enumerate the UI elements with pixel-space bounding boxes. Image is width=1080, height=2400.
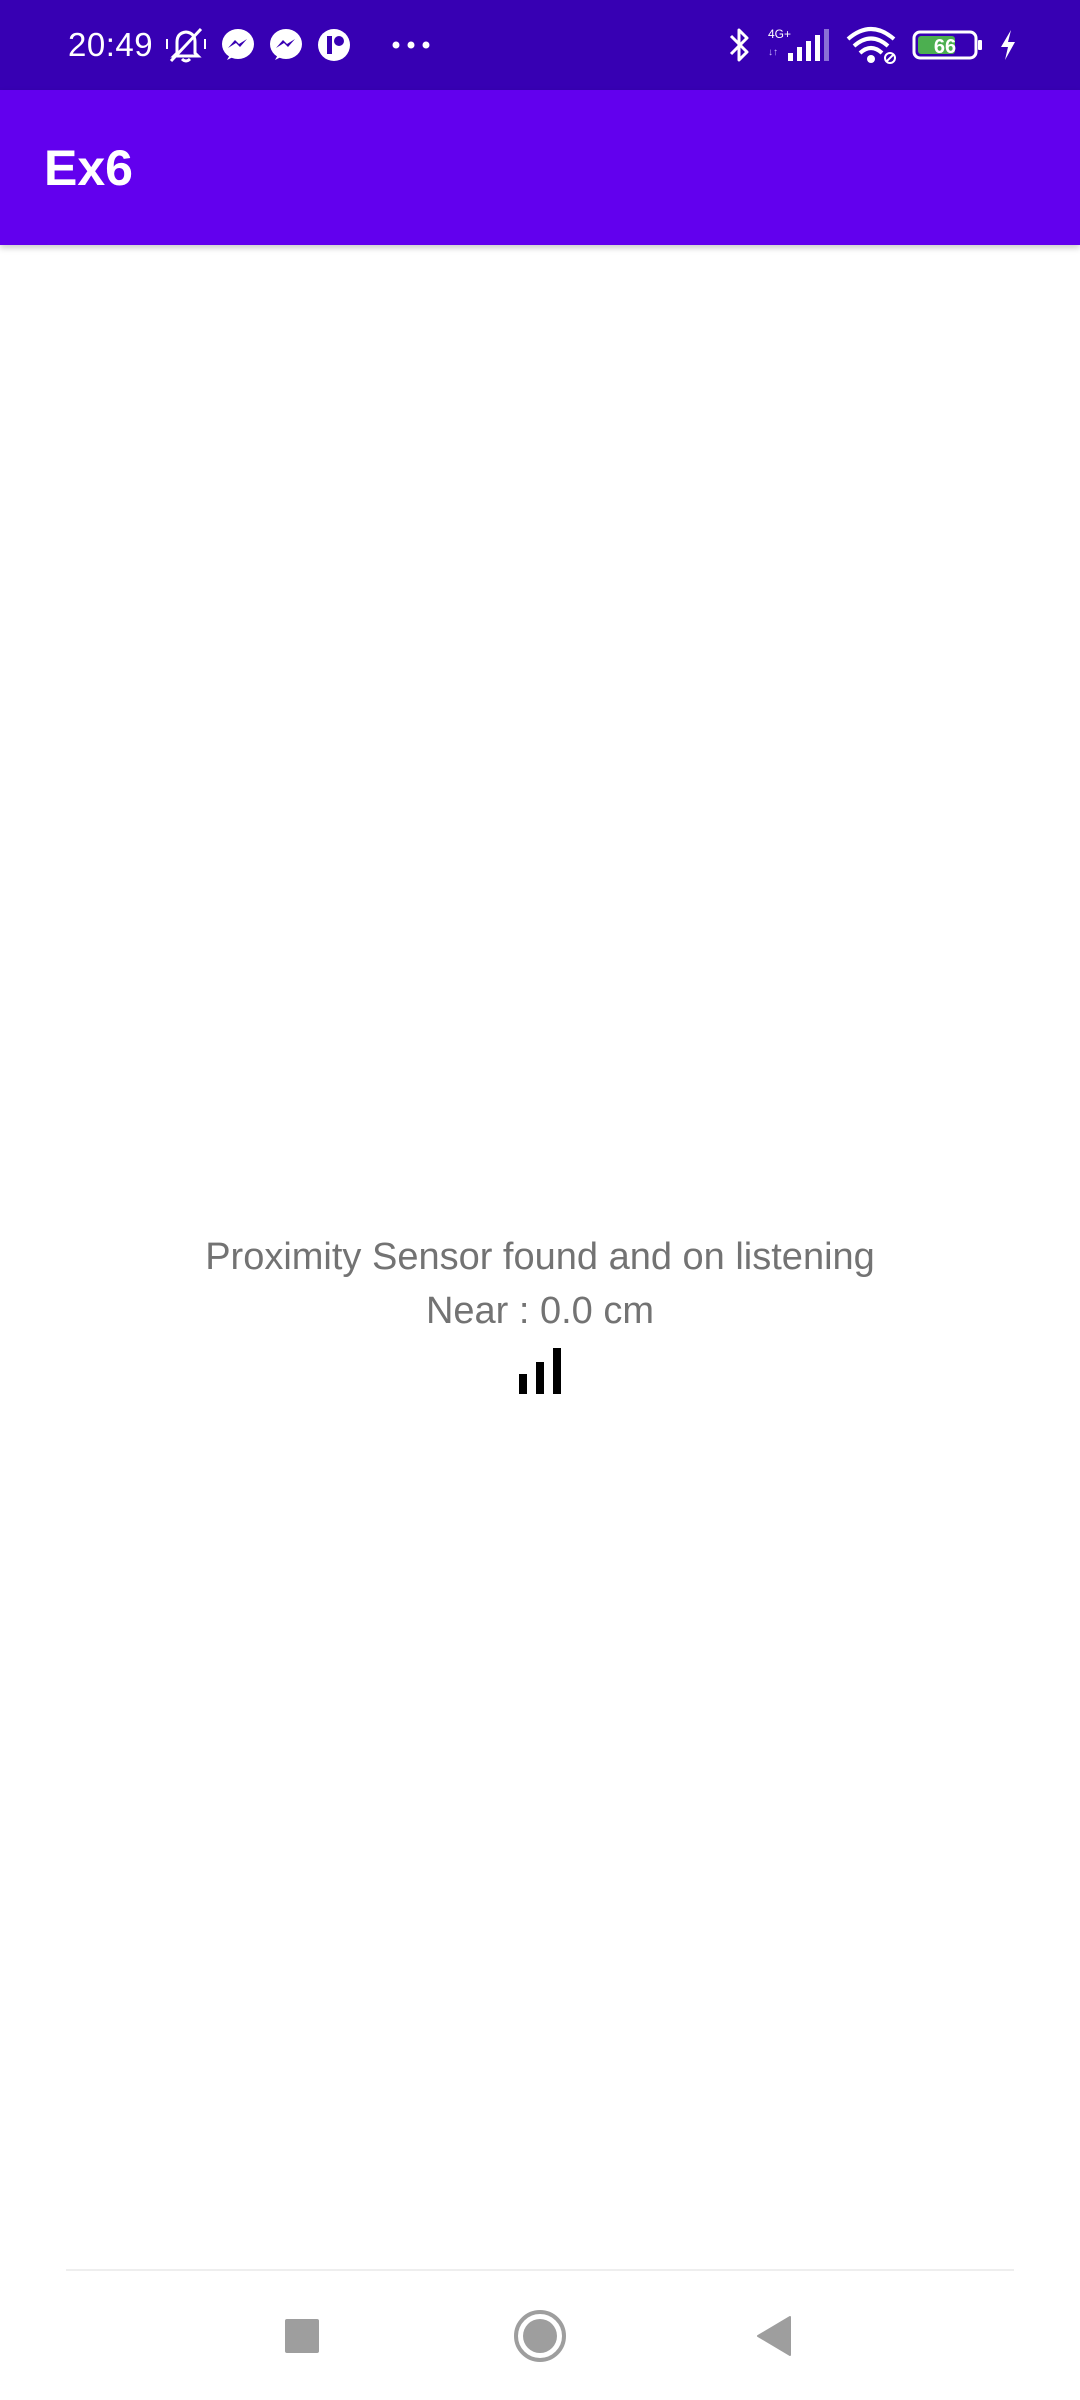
wifi-icon bbox=[846, 25, 898, 65]
screen: 20:49 4G+ ↓↑ 66 Ex6 Proximity Sensor fou… bbox=[0, 0, 1080, 2400]
app-notification-icon bbox=[315, 26, 353, 64]
svg-text:↓↑: ↓↑ bbox=[768, 47, 778, 58]
sensor-content: Proximity Sensor found and on listening … bbox=[0, 1230, 1080, 1396]
back-triangle-icon bbox=[757, 2316, 791, 2356]
signal-bars-icon bbox=[519, 1348, 561, 1394]
recents-square-icon bbox=[285, 2319, 319, 2353]
status-bar: 20:49 4G+ ↓↑ 66 bbox=[0, 0, 1080, 90]
home-button[interactable] bbox=[480, 2272, 600, 2400]
sensor-status-text: Proximity Sensor found and on listening bbox=[205, 1236, 875, 1278]
bluetooth-icon bbox=[726, 25, 752, 65]
sensor-reading-text: Near : 0.0 cm bbox=[425, 1290, 655, 1332]
battery-icon: 66 bbox=[912, 27, 984, 63]
messenger-icon bbox=[219, 26, 257, 64]
messenger-icon bbox=[267, 26, 305, 64]
status-left: 20:49 bbox=[68, 0, 431, 90]
mute-bell-icon bbox=[163, 25, 209, 65]
signal-indicator bbox=[0, 1344, 1080, 1396]
navigation-bar bbox=[0, 2272, 1080, 2400]
status-clock: 20:49 bbox=[68, 26, 154, 63]
status-right: 4G+ ↓↑ 66 bbox=[726, 0, 1018, 90]
charging-icon bbox=[998, 28, 1018, 62]
more-dots-icon bbox=[391, 40, 431, 50]
app-title: Ex6 bbox=[44, 139, 133, 196]
cell-signal-icon: 4G+ ↓↑ bbox=[766, 25, 832, 65]
recents-button[interactable] bbox=[242, 2272, 362, 2400]
nav-divider bbox=[66, 2269, 1014, 2271]
network-label: 4G+ bbox=[768, 27, 791, 41]
back-button[interactable] bbox=[714, 2272, 834, 2400]
app-bar: Ex6 bbox=[0, 90, 1080, 245]
battery-level: 66 bbox=[934, 36, 956, 58]
home-circle-icon bbox=[514, 2310, 566, 2362]
